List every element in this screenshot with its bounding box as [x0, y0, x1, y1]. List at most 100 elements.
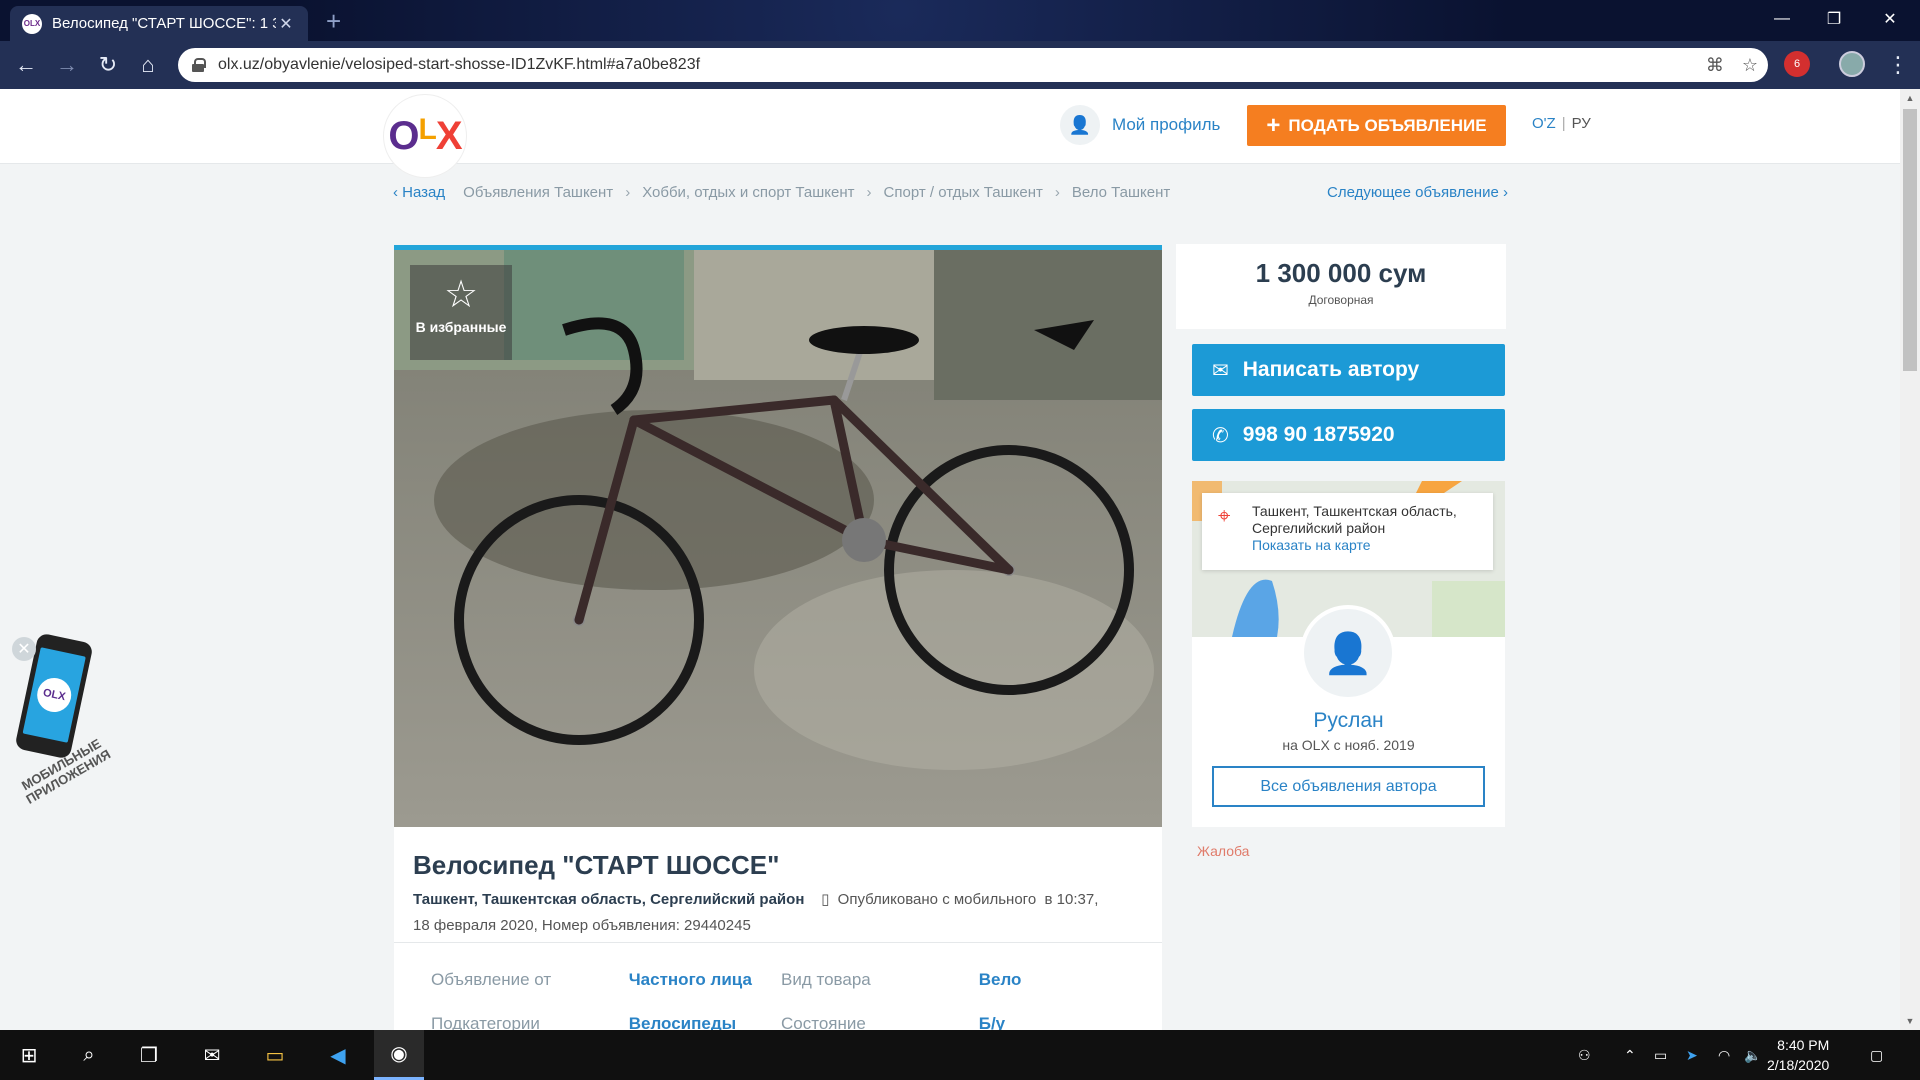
scroll-up-icon[interactable]: ▲	[1900, 89, 1920, 107]
profile-label: Мой профиль	[1112, 115, 1221, 134]
restore-icon[interactable]: ❐	[1804, 0, 1864, 38]
address-bar[interactable]: olx.uz/obyavlenie/velosiped-start-shosse…	[178, 48, 1768, 82]
lang-ru-link[interactable]: РУ	[1572, 115, 1591, 132]
browser-titlebar: OLX Велосипед "СТАРТ ШОССЕ": 1 3 ✕ + — ❐…	[0, 0, 1920, 41]
browser-tab[interactable]: OLX Велосипед "СТАРТ ШОССЕ": 1 3 ✕	[10, 6, 308, 41]
scroll-down-icon[interactable]: ▼	[1900, 1012, 1920, 1030]
complaint-link[interactable]: Жалоба	[1197, 843, 1249, 859]
battery-icon[interactable]: ▭	[1654, 1030, 1667, 1080]
olx-logo[interactable]: OLX	[384, 95, 466, 177]
listing-card: ☆ В избранные Велосипед "СТАРТ ШОССЕ" Та…	[394, 245, 1162, 1030]
star-icon: ☆	[443, 274, 479, 316]
system-clock[interactable]: 8:40 PM 2/18/2020	[1767, 1035, 1829, 1075]
my-profile-link[interactable]: 👤 Мой профиль	[1060, 105, 1220, 145]
details-row: Объявление от Частного лица Вид товара В…	[431, 970, 1131, 1014]
promo-close-icon[interactable]: ✕	[12, 637, 36, 661]
back-icon[interactable]: ←	[12, 51, 40, 79]
user-icon: 👤	[1060, 105, 1100, 145]
phone-icon: ✆	[1212, 424, 1229, 447]
forward-icon[interactable]: →	[53, 51, 81, 79]
minimize-icon[interactable]: —	[1752, 0, 1812, 38]
detail-value-link[interactable]: Вело	[979, 970, 1131, 1014]
notifications-icon[interactable]: ▢	[1870, 1030, 1883, 1080]
tray-chevron-icon[interactable]: ⌃	[1624, 1030, 1636, 1080]
show-on-map-link[interactable]: Показать на карте	[1252, 537, 1483, 554]
profile-avatar-icon[interactable]	[1839, 51, 1865, 77]
tab-close-icon[interactable]: ✕	[276, 14, 296, 34]
close-window-icon[interactable]: ✕	[1860, 0, 1920, 38]
seller-card: 👤 Руслан на OLX с нояб. 2019 Все объявле…	[1192, 605, 1505, 827]
envelope-icon: ✉	[1212, 359, 1229, 382]
file-explorer-icon[interactable]: ▭	[250, 1030, 300, 1080]
chevron-right-icon: ›	[866, 184, 872, 201]
breadcrumb-item[interactable]: Хобби, отдых и спорт Ташкент	[642, 184, 854, 201]
language-switcher: O'Z | РУ	[1532, 115, 1591, 132]
map-location-card: ⌖ Ташкент, Ташкентская область, Сергелий…	[1202, 493, 1493, 570]
listing-photo[interactable]: ☆ В избранные	[394, 250, 1162, 827]
map-pin-icon: ⌖	[1218, 503, 1231, 528]
people-icon[interactable]: ⚇	[1578, 1030, 1591, 1080]
listing-location-meta: Ташкент, Ташкентская область, Сергелийск…	[413, 887, 1143, 939]
detail-value-link[interactable]: Частного лица	[629, 970, 781, 1014]
listing-location: Ташкент, Ташкентская область, Сергелийск…	[413, 891, 805, 908]
published-date-id: 18 февраля 2020, Номер объявления: 29440…	[413, 917, 751, 934]
seller-since: на OLX с нояб. 2019	[1282, 737, 1415, 753]
scrollbar-thumb[interactable]	[1903, 109, 1917, 371]
chevron-right-icon: ›	[625, 184, 631, 201]
olx-app-logo: OLX	[34, 674, 75, 716]
phone-button[interactable]: ✆ 998 90 1875920	[1192, 409, 1505, 461]
telegram-icon[interactable]: ➤	[1686, 1030, 1698, 1080]
browser-toolbar: ← → ↻ ⌂ olx.uz/obyavlenie/velosiped-star…	[0, 41, 1920, 89]
add-to-favorites-button[interactable]: ☆ В избранные	[410, 265, 512, 360]
extension-icon[interactable]: 6	[1784, 51, 1810, 77]
lock-icon	[192, 58, 206, 72]
breadcrumb-item[interactable]: Вело Ташкент	[1072, 184, 1170, 201]
page-scrollbar[interactable]: ▲ ▼	[1900, 89, 1920, 1030]
windows-taskbar: ⊞ ⌕ ❐ ✉ ▭ ◀ ◉ ⚇ ⌃ ▭ ➤ ◠ 🔈 8:40 PM 2/18/2…	[0, 1030, 1920, 1080]
price-box: 1 300 000 сум Договорная	[1176, 244, 1506, 329]
negotiable-label: Договорная	[1308, 293, 1374, 307]
breadcrumb-item[interactable]: Спорт / отдых Ташкент	[884, 184, 1043, 201]
vscode-icon[interactable]: ◀	[313, 1030, 363, 1080]
message-author-button[interactable]: ✉ Написать автору	[1192, 344, 1505, 396]
detail-value-link[interactable]: Б/у	[979, 1014, 1131, 1030]
wifi-icon[interactable]: ◠	[1718, 1030, 1730, 1080]
windows-start-icon[interactable]: ⊞	[4, 1030, 54, 1080]
seller-avatar-icon[interactable]: 👤	[1300, 605, 1396, 701]
task-view-icon[interactable]: ❐	[124, 1030, 174, 1080]
tab-title: Велосипед "СТАРТ ШОССЕ": 1 3	[52, 15, 276, 32]
back-link[interactable]: ‹ Назад	[393, 184, 445, 201]
home-icon[interactable]: ⌂	[134, 51, 162, 79]
new-tab-icon[interactable]: +	[326, 6, 341, 37]
post-ad-button[interactable]: + ПОДАТЬ ОБЪЯВЛЕНИЕ	[1247, 105, 1506, 146]
mobile-icon: ▯	[821, 891, 830, 908]
mail-icon[interactable]: ✉	[187, 1030, 237, 1080]
breadcrumb-item[interactable]: Объявления Ташкент	[463, 184, 613, 201]
map-location-text: Ташкент, Ташкентская область, Сергелийск…	[1252, 503, 1457, 536]
translate-icon[interactable]: ⌘	[1706, 55, 1724, 76]
published-label: Опубликовано с мобильного	[837, 891, 1037, 908]
published-time: в 10:37,	[1044, 891, 1099, 908]
reload-icon[interactable]: ↻	[94, 51, 122, 79]
details-row: Подкатегории Велосипеды Состояние Б/у	[431, 1014, 1131, 1030]
mobile-app-promo[interactable]: OLX ✕ МОБИЛЬНЫЕ ПРИЛОЖЕНИЯ	[0, 629, 120, 829]
chrome-taskbar-icon[interactable]: ◉	[374, 1030, 424, 1080]
next-ad-link[interactable]: Следующее объявление ›	[1327, 184, 1508, 201]
page: OLX 👤 Мой профиль + ПОДАТЬ ОБЪЯВЛЕНИЕ O'…	[0, 89, 1900, 1030]
listing-title: Велосипед "СТАРТ ШОССЕ"	[413, 850, 780, 880]
chevron-right-icon: ›	[1054, 184, 1060, 201]
volume-icon[interactable]: 🔈	[1744, 1030, 1761, 1080]
site-header: OLX 👤 Мой профиль + ПОДАТЬ ОБЪЯВЛЕНИЕ O'…	[0, 89, 1900, 177]
url-text: olx.uz/obyavlenie/velosiped-start-shosse…	[218, 56, 701, 73]
bookmark-star-icon[interactable]: ☆	[1742, 55, 1758, 76]
all-author-ads-button[interactable]: Все объявления автора	[1212, 766, 1485, 807]
detail-value-link[interactable]: Велосипеды	[629, 1014, 781, 1030]
lang-uz-link[interactable]: O'Z	[1532, 115, 1556, 132]
olx-favicon-icon: OLX	[22, 13, 42, 34]
menu-icon[interactable]: ⋮	[1884, 51, 1912, 79]
price: 1 300 000 сум	[1255, 258, 1427, 288]
divider	[394, 942, 1162, 943]
search-icon[interactable]: ⌕	[64, 1030, 114, 1080]
details-table: Объявление от Частного лица Вид товара В…	[431, 970, 1131, 1030]
seller-name[interactable]: Руслан	[1192, 709, 1505, 733]
